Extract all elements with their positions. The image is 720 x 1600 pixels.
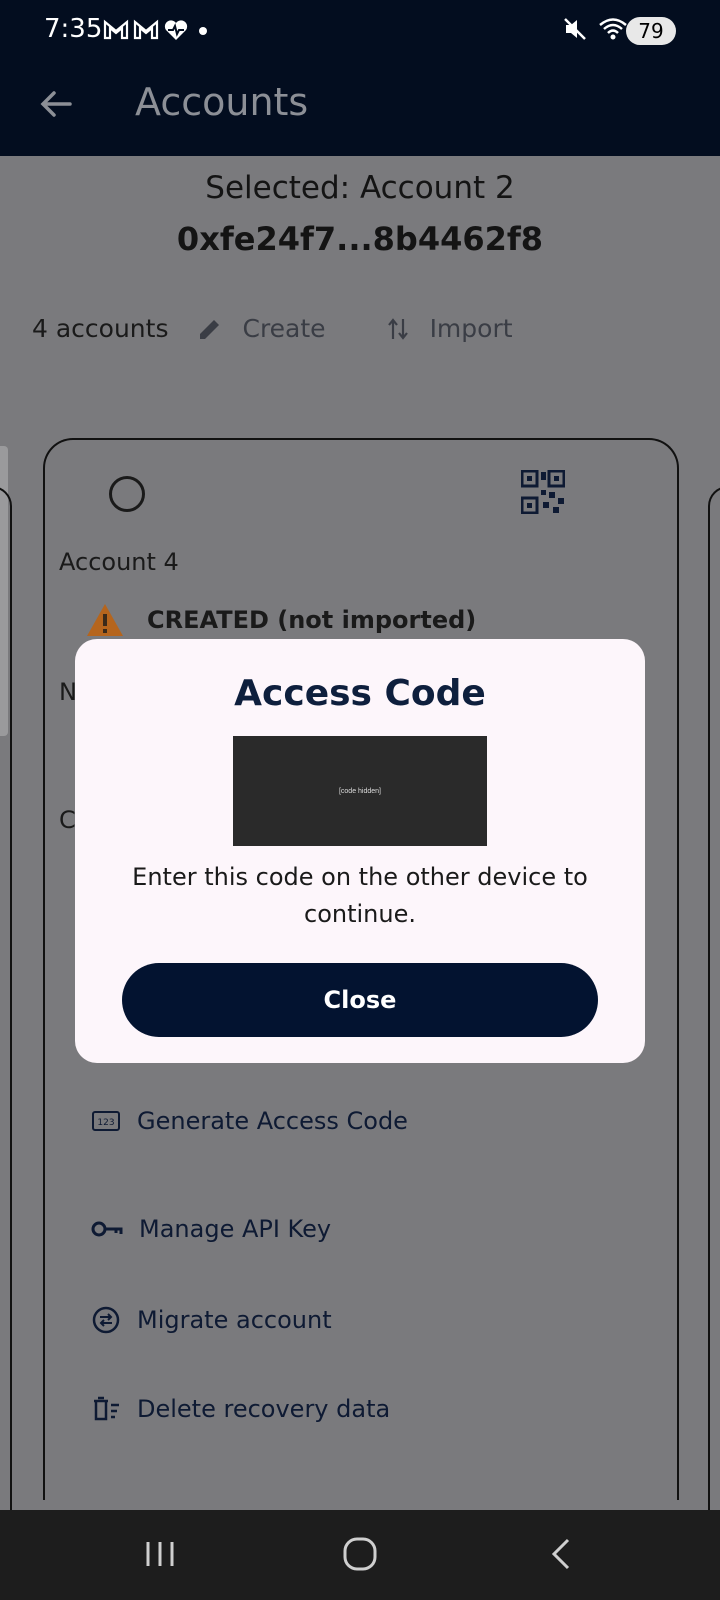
next-account-card[interactable] [708,486,720,1580]
mute-icon [564,18,586,40]
battery-indicator: 79 [626,17,676,45]
system-navigation-bar [0,1510,720,1600]
app-bar: Accounts [0,62,720,156]
back-arrow-icon[interactable] [34,82,78,126]
qr-code-icon[interactable] [521,470,565,514]
notification-icons [103,18,213,42]
import-label: Import [429,314,513,343]
status-time: 7:35 [44,14,103,44]
recent-apps-icon[interactable] [140,1534,180,1574]
generate-access-code-button[interactable]: 123 Generate Access Code [91,1107,408,1135]
pencil-icon [200,319,220,339]
partial-field-label: C [59,806,76,834]
action-label: Migrate account [137,1306,332,1334]
close-button[interactable]: Close [122,963,598,1037]
health-icon [164,20,188,40]
previous-account-card[interactable] [0,486,12,1580]
home-icon[interactable] [340,1534,380,1574]
access-code-dialog: Access Code [code hidden] Enter this cod… [75,639,645,1063]
account-status: CREATED (not imported) [85,602,476,638]
selected-account-label: Selected: Account 2 [205,170,515,206]
accounts-toolbar: 4 accounts Create Import [32,314,513,343]
delete-sweep-icon [94,1396,119,1421]
migrate-account-button[interactable]: Migrate account [91,1305,332,1335]
numeric-123-icon: 123 [92,1111,120,1131]
account-status-text: CREATED (not imported) [147,606,477,634]
svg-text:123: 123 [97,1118,114,1128]
dialog-title: Access Code [234,673,486,714]
action-label: Generate Access Code [137,1107,408,1135]
swap-circle-icon [92,1306,120,1334]
action-label: Manage API Key [139,1215,332,1243]
page-title: Accounts [135,80,309,124]
access-code-placeholder: [code hidden] [338,787,382,795]
dot-icon [199,27,207,35]
action-label: Delete recovery data [137,1395,391,1423]
warning-icon [87,604,123,636]
gmail-icon [103,19,129,40]
back-icon[interactable] [542,1534,582,1574]
swap-vertical-icon [387,317,408,340]
key-icon [91,1221,123,1237]
dialog-message: Enter this code on the other device to c… [132,863,588,928]
delete-recovery-data-button[interactable]: Delete recovery data [91,1395,390,1423]
manage-api-key-button[interactable]: Manage API Key [91,1215,331,1243]
selected-account-address: 0xfe24f7...8b4462f8 [176,220,544,258]
create-label: Create [242,314,326,343]
import-button[interactable]: Import [384,314,513,343]
account-name: Account 4 [59,548,179,576]
wifi-icon [599,18,627,40]
account-count: 4 accounts [32,314,169,343]
access-code-display: [code hidden] [233,736,487,846]
create-button[interactable]: Create [196,314,326,343]
battery-level: 79 [638,19,664,43]
status-bar: 7:35 79 [0,0,720,62]
select-account-radio[interactable] [109,476,145,512]
gmail-icon [133,19,159,40]
